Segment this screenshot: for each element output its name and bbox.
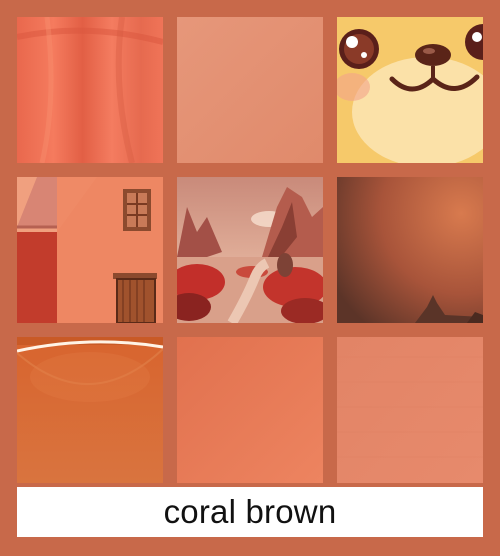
bowl-tile: [17, 337, 163, 483]
fabric-tile: [17, 17, 163, 163]
color-name-label: coral brown: [163, 493, 337, 530]
plain-swatch-image: [177, 17, 323, 163]
cartoon-dog-face-image: [337, 17, 483, 163]
dusky-gradient-rock-image: [337, 177, 483, 323]
flat-swatch-tile: [177, 337, 323, 483]
fabric-drape-image: [17, 17, 163, 163]
dog-face-tile: [337, 17, 483, 163]
glossy-bowl-image: [17, 337, 163, 483]
plain-swatch-tile: [177, 17, 323, 163]
color-name-caption: coral brown: [17, 487, 483, 537]
texture-tile: [337, 337, 483, 483]
red-canyon-landscape-image: [177, 177, 323, 323]
rock-tile: [337, 177, 483, 323]
house-tile: [17, 177, 163, 323]
brushed-texture-image: [337, 337, 483, 483]
landscape-tile: [177, 177, 323, 323]
color-board: coral brown: [0, 0, 500, 556]
adobe-house-image: [17, 177, 163, 323]
flat-swatch-image: [177, 337, 323, 483]
